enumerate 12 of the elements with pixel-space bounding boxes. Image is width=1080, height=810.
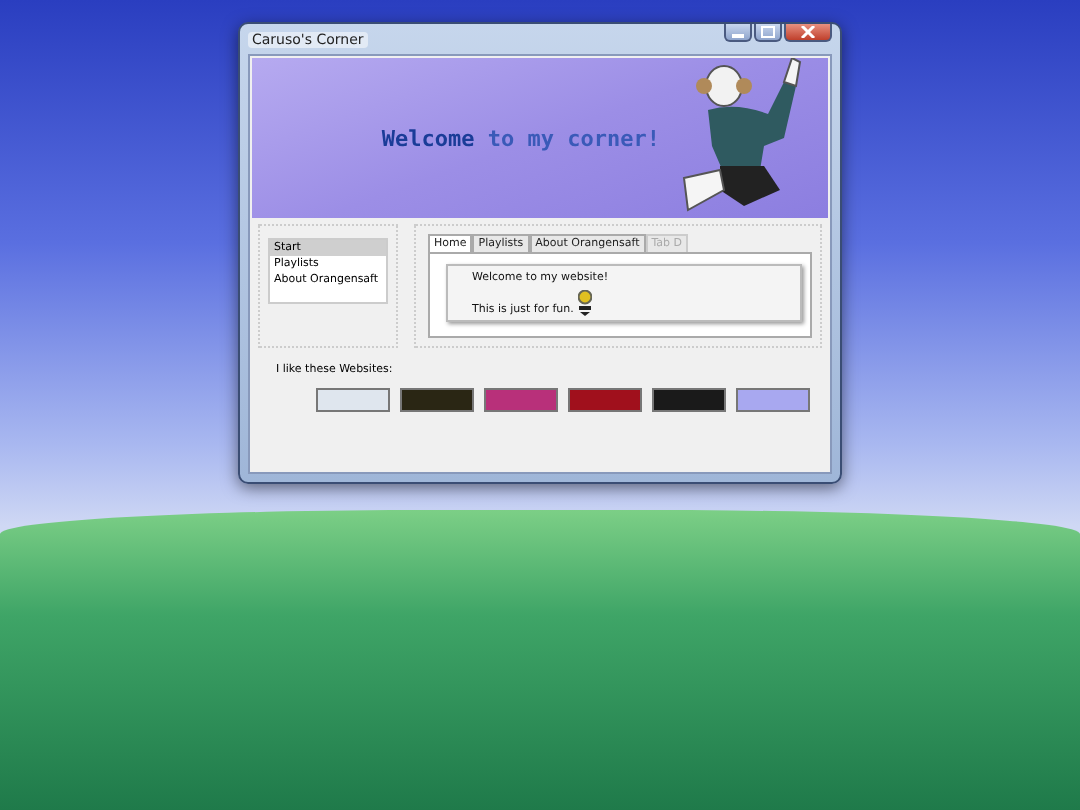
website-badge[interactable] <box>736 388 810 412</box>
banner-heading: Welcome to my corner! <box>381 125 660 151</box>
smiley-icon <box>577 290 592 316</box>
maximize-icon <box>760 26 776 38</box>
close-icon <box>800 26 816 38</box>
website-badge[interactable] <box>400 388 474 412</box>
website-badge[interactable] <box>652 388 726 412</box>
website-badge[interactable] <box>316 388 390 412</box>
maximize-button[interactable] <box>754 24 782 42</box>
close-button[interactable] <box>784 24 832 42</box>
website-badge[interactable] <box>568 388 642 412</box>
minimize-button[interactable] <box>724 24 752 42</box>
